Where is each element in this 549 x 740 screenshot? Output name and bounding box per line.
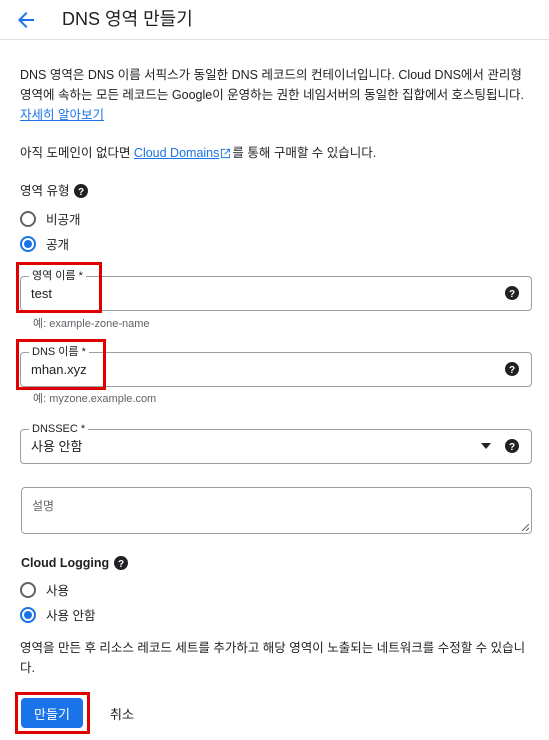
- description-placeholder: 설명: [32, 499, 55, 513]
- back-button[interactable]: [12, 6, 40, 34]
- dropdown-arrow-icon[interactable]: [481, 443, 491, 449]
- zone-type-private-label: 비공개: [46, 213, 81, 227]
- cancel-button[interactable]: 취소: [96, 698, 148, 728]
- cloud-logging-option-enable[interactable]: 사용: [20, 580, 69, 599]
- arrow-back-icon: [18, 12, 34, 28]
- cloud-logging-option-disable[interactable]: 사용 안함: [20, 605, 95, 624]
- footer-note: 영역을 만든 후 리소스 레코드 세트를 추가하고 해당 영역이 노출되는 네트…: [20, 641, 526, 675]
- page-title: DNS 영역 만들기: [62, 9, 193, 29]
- zone-type-option-private[interactable]: 비공개: [20, 209, 81, 228]
- page-header: DNS 영역 만들기: [0, 0, 549, 40]
- help-icon[interactable]: ?: [114, 556, 129, 570]
- svg-text:?: ?: [509, 365, 515, 376]
- dns-name-label: DNS 이름 *: [29, 345, 89, 359]
- domain-note-after: 를 통해 구매할 수 있습니다.: [232, 146, 377, 160]
- dns-name-hint: 예: myzone.example.com: [33, 393, 157, 405]
- dns-name-field[interactable]: DNS 이름 * ?: [20, 345, 532, 387]
- zone-name-label: 영역 이름 *: [29, 269, 86, 283]
- learn-more-link[interactable]: 자세히 알아보기: [20, 108, 104, 122]
- help-icon[interactable]: ?: [74, 184, 89, 198]
- zone-type-public-label: 공개: [46, 238, 70, 252]
- domain-note: 아직 도메인이 없다면 Cloud Domains 를 통해 구매할 수 있습니다…: [20, 143, 530, 163]
- intro-description: DNS 영역은 DNS 이름 서픽스가 동일한 DNS 레코드의 컨테이너입니다…: [20, 68, 525, 102]
- svg-text:?: ?: [78, 187, 84, 198]
- dnssec-label: DNSSEC *: [29, 422, 89, 436]
- domain-note-before: 아직 도메인이 없다면: [20, 146, 134, 160]
- cloud-logging-label: Cloud Logging: [21, 556, 110, 570]
- create-button[interactable]: 만들기: [21, 698, 83, 728]
- radio-unselected[interactable]: [20, 210, 36, 227]
- cloud-logging-enable-label: 사용: [46, 584, 70, 598]
- cloud-logging-disable-label: 사용 안함: [46, 609, 96, 623]
- dnssec-select[interactable]: DNSSEC * 사용 안함 ?: [20, 422, 532, 464]
- radio-selected[interactable]: [20, 606, 36, 623]
- svg-text:?: ?: [509, 442, 515, 453]
- cloud-domains-link[interactable]: Cloud Domains: [134, 146, 219, 160]
- zone-name-input[interactable]: [31, 286, 471, 302]
- dnssec-value: 사용 안함: [31, 439, 83, 454]
- svg-text:?: ?: [509, 289, 515, 300]
- open-in-new-icon: [221, 148, 231, 159]
- help-icon[interactable]: ?: [505, 362, 519, 376]
- zone-type-label: 영역 유형: [20, 184, 70, 198]
- zone-name-hint: 예: example-zone-name: [33, 318, 150, 330]
- zone-name-field[interactable]: 영역 이름 * ?: [20, 269, 532, 311]
- cloud-logging-section: Cloud Logging ?: [21, 554, 129, 572]
- zone-type-option-public[interactable]: 공개: [20, 234, 69, 253]
- dns-name-input[interactable]: [31, 362, 471, 378]
- help-icon[interactable]: ?: [505, 439, 519, 453]
- intro-text: DNS 영역은 DNS 이름 서픽스가 동일한 DNS 레코드의 컨테이너입니다…: [20, 65, 530, 125]
- resize-handle-icon[interactable]: [521, 523, 529, 531]
- radio-unselected[interactable]: [20, 581, 36, 598]
- radio-selected[interactable]: [20, 235, 36, 252]
- help-icon[interactable]: ?: [505, 286, 519, 300]
- zone-type-section: 영역 유형 ?: [20, 182, 89, 200]
- svg-text:?: ?: [118, 559, 124, 570]
- description-textarea[interactable]: 설명: [21, 487, 532, 534]
